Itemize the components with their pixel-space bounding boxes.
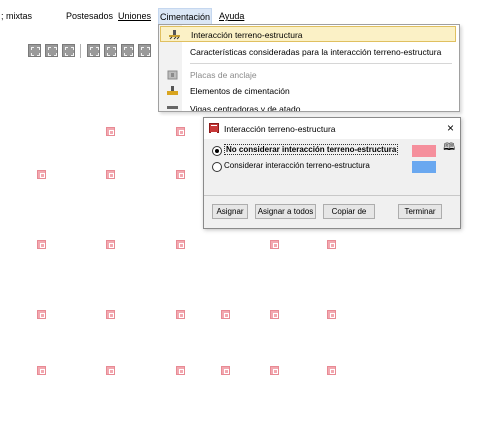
grid-node[interactable]	[37, 310, 46, 319]
assign-all-button[interactable]: Asignar a todos	[255, 204, 316, 219]
grid-node[interactable]	[270, 310, 279, 319]
grid-node[interactable]	[106, 127, 115, 136]
dialog-title: Interacción terreno-estructura	[224, 124, 336, 134]
dialog-titlebar: Interacción terreno-estructura ×	[204, 118, 460, 139]
copy-from-button[interactable]: Copiar de	[323, 204, 375, 219]
grid-icon[interactable]	[104, 44, 117, 57]
grid-node[interactable]	[37, 366, 46, 375]
menu-item-label: Elementos de cimentación	[190, 86, 290, 96]
grid-node[interactable]	[37, 170, 46, 179]
grid-node[interactable]	[270, 240, 279, 249]
grid-node[interactable]	[106, 170, 115, 179]
radio-selected-icon[interactable]	[212, 146, 222, 156]
grid-node[interactable]	[176, 310, 185, 319]
close-icon[interactable]: ×	[447, 122, 454, 134]
grid-node[interactable]	[106, 366, 115, 375]
grid-icon[interactable]	[121, 44, 134, 57]
menu-item-label: Vigas centradoras y de atado	[190, 104, 301, 112]
menu-item-caracteristicas[interactable]: Características consideradas para la int…	[159, 44, 457, 60]
grid-node[interactable]	[327, 310, 336, 319]
menu-item-vigas[interactable]: Vigas centradoras y de atado	[159, 101, 457, 112]
grid-node[interactable]	[106, 240, 115, 249]
menu-separator	[190, 63, 452, 64]
beam-icon	[167, 106, 178, 109]
book-icon[interactable]: 🕮	[443, 140, 455, 157]
menu-cimentacion[interactable]: Cimentación	[158, 8, 213, 25]
interaction-dialog: Interacción terreno-estructura × No cons…	[203, 117, 461, 229]
menu-postesados[interactable]: Postesados	[66, 11, 113, 21]
foundation-icon	[167, 86, 178, 95]
menu-item-placas[interactable]: Placas de anclaje	[159, 67, 457, 83]
grid-node[interactable]	[221, 366, 230, 375]
grid-node[interactable]	[37, 240, 46, 249]
grid-node[interactable]	[327, 240, 336, 249]
finish-button[interactable]: Terminar	[398, 204, 442, 219]
option-label: Considerar interacción terreno-estructur…	[224, 161, 370, 170]
menu-uniones[interactable]: Uniones	[118, 11, 151, 21]
cimentacion-dropdown: Interacción terreno-estructura Caracterí…	[158, 24, 460, 112]
option-label: No considerar interacción terreno-estruc…	[224, 144, 399, 155]
grid-icon[interactable]	[28, 44, 41, 57]
color-swatch-blue[interactable]	[412, 161, 436, 173]
menu-ayuda[interactable]: Ayuda	[219, 11, 244, 21]
assign-button[interactable]: Asignar	[212, 204, 248, 219]
grid-node[interactable]	[327, 366, 336, 375]
grid-node[interactable]	[221, 310, 230, 319]
app-icon	[209, 123, 219, 133]
grid-node[interactable]	[270, 366, 279, 375]
grid-icon[interactable]	[138, 44, 151, 57]
menu-bar: ; mixtas Postesados Uniones Cimentación …	[0, 8, 458, 25]
grid-icon[interactable]	[62, 44, 75, 57]
menu-item-label: Características consideradas para la int…	[190, 47, 442, 57]
toolbar-separator	[80, 44, 81, 58]
plate-icon	[167, 70, 178, 80]
dialog-divider	[204, 195, 460, 196]
grid-node[interactable]	[106, 310, 115, 319]
menu-item-label: Interacción terreno-estructura	[191, 30, 303, 40]
ground-icon	[169, 30, 180, 40]
menu-item-elementos[interactable]: Elementos de cimentación	[159, 83, 457, 99]
grid-node[interactable]	[176, 127, 185, 136]
color-swatch-pink[interactable]	[412, 145, 436, 157]
grid-node[interactable]	[176, 366, 185, 375]
menu-mixtas[interactable]: ; mixtas	[1, 11, 32, 21]
grid-icon[interactable]	[45, 44, 58, 57]
radio-icon[interactable]	[212, 162, 222, 172]
grid-icon[interactable]	[87, 44, 100, 57]
grid-node[interactable]	[176, 240, 185, 249]
menu-item-label: Placas de anclaje	[190, 70, 257, 80]
grid-node[interactable]	[176, 170, 185, 179]
menu-item-interaccion[interactable]: Interacción terreno-estructura	[160, 26, 456, 42]
